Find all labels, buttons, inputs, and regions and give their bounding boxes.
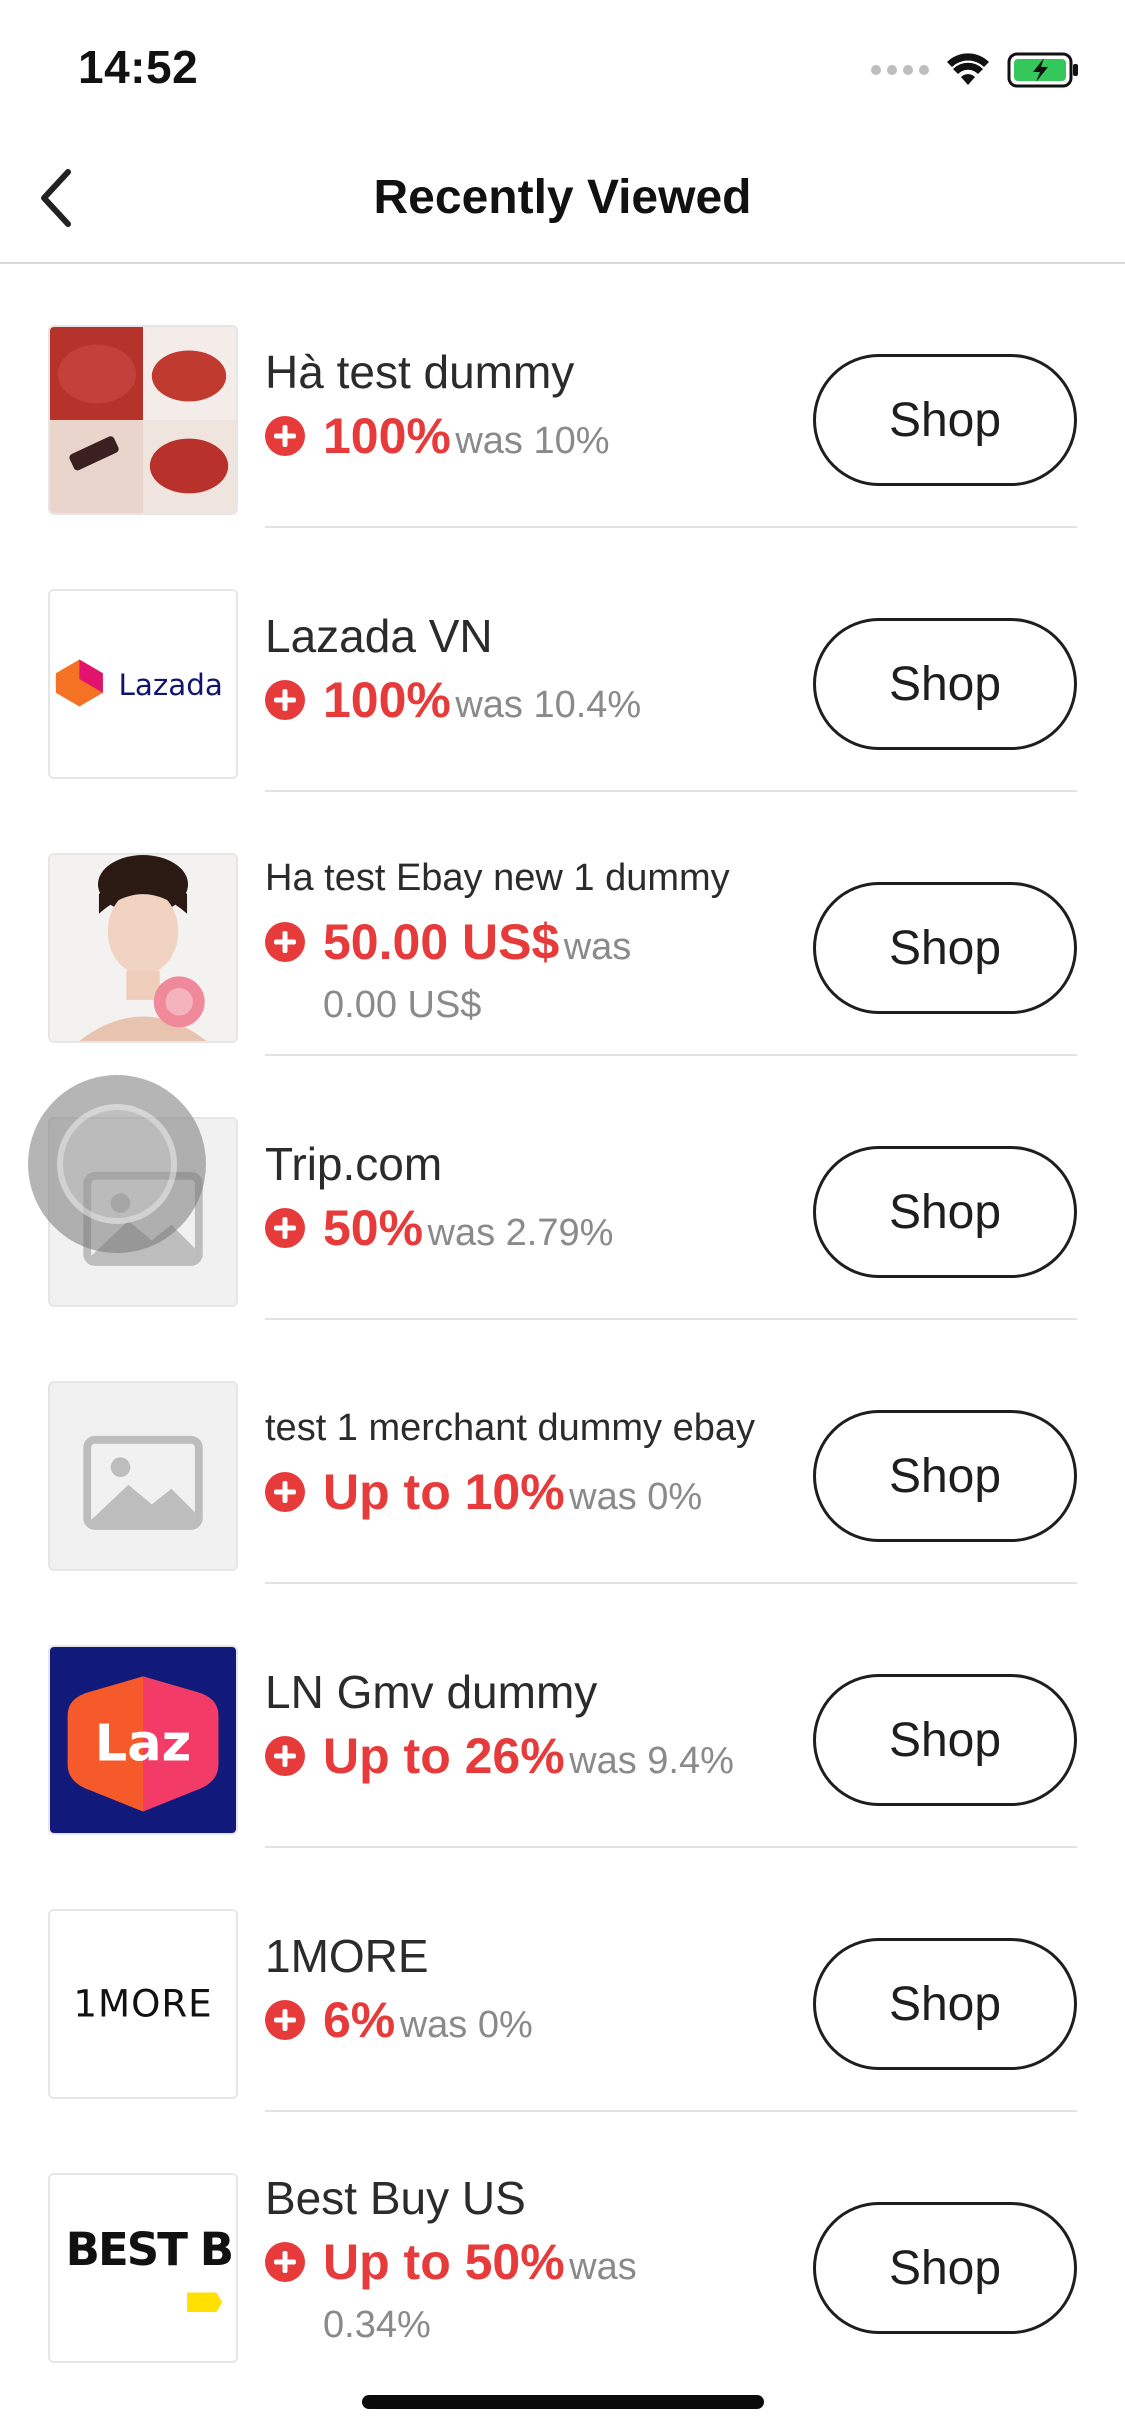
merchant-name: test 1 merchant dummy ebay	[265, 1406, 755, 1449]
assistive-touch-icon	[57, 1104, 177, 1224]
shop-button[interactable]: Shop	[813, 1674, 1077, 1806]
merchant-name: LN Gmv dummy	[265, 1665, 598, 1718]
cashback-line: 50.00 US$ was	[265, 914, 805, 983]
shop-button[interactable]: Shop	[813, 618, 1077, 750]
portrait-photo-image	[50, 855, 236, 1041]
cashback-rate: 6%	[323, 1991, 396, 2048]
previous-rate: was 10%	[455, 419, 610, 462]
merchant-thumbnail: Lazada	[48, 589, 238, 779]
merchant-info: Ha test Ebay new 1 dummy 50.00 US$ was 0…	[265, 792, 805, 1056]
plus-circle-icon	[265, 1207, 305, 1248]
lipstick-photo-image	[50, 327, 236, 513]
plus-circle-icon	[265, 415, 305, 456]
assistive-touch-button[interactable]	[28, 1075, 206, 1253]
list-item[interactable]: test 1 merchant dummy ebay Up to 10% was…	[0, 1320, 1125, 1584]
previous-rate: 0.34%	[323, 2303, 431, 2346]
cashback-line: Up to 10% was 0%	[265, 1464, 805, 1533]
cashback-line: 50% was 2.79%	[265, 1200, 805, 1269]
shop-button[interactable]: Shop	[813, 2202, 1077, 2334]
merchant-name: Lazada VN	[265, 609, 493, 662]
lazada-logo: Lazada	[50, 591, 236, 777]
home-indicator[interactable]	[362, 2395, 764, 2409]
plus-circle-icon	[265, 921, 305, 962]
cashback-line: 6% was 0%	[265, 1992, 805, 2061]
cashback-line: 100% was 10.4%	[265, 672, 805, 741]
previous-rate: was 2.79%	[427, 1211, 614, 1254]
previous-rate-label: was	[563, 925, 632, 968]
wifi-icon	[947, 53, 989, 85]
svg-text:1MORE: 1MORE	[73, 1982, 212, 2026]
cashback-rate: 100%	[323, 671, 451, 728]
previous-rate: was 0%	[399, 2003, 533, 2046]
merchant-thumbnail: Laz	[48, 1645, 238, 1835]
list-item[interactable]: Laz LN Gmv dummy Up to 26% was 9.4% Shop	[0, 1584, 1125, 1848]
status-time: 14:52	[78, 41, 199, 93]
cashback-rate: 100%	[323, 407, 451, 464]
merchant-name: Trip.com	[265, 1137, 443, 1190]
laz-logo: Laz	[50, 1647, 236, 1833]
list-item[interactable]: Ha test Ebay new 1 dummy 50.00 US$ was 0…	[0, 792, 1125, 1056]
previous-rate: was 10.4%	[455, 683, 642, 726]
plus-circle-icon	[265, 1471, 305, 1512]
merchant-info: test 1 merchant dummy ebay Up to 10% was…	[265, 1320, 805, 1584]
1more-logo: 1MORE	[50, 1911, 236, 2097]
merchant-info: Lazada VN 100% was 10.4%	[265, 528, 805, 792]
previous-rate: was 0%	[569, 1475, 703, 1518]
list-item[interactable]: BEST BUY Best Buy US Up to 50% was 0.34%…	[0, 2112, 1125, 2376]
svg-text:Lazada: Lazada	[119, 668, 223, 702]
previous-rate: was 9.4%	[569, 1739, 734, 1782]
cashback-line: Up to 50% was	[265, 2234, 805, 2303]
merchant-thumbnail	[48, 853, 238, 1043]
nav-header: Recently Viewed	[0, 132, 1125, 264]
status-icons	[871, 48, 1081, 92]
plus-circle-icon	[265, 2241, 305, 2282]
list-item[interactable]: Hà test dummy 100% was 10% Shop	[0, 264, 1125, 528]
previous-rate-label: was	[569, 2245, 637, 2288]
plus-circle-icon	[265, 1735, 305, 1776]
merchant-name: 1MORE	[265, 1929, 429, 1982]
cashback-rate: Up to 10%	[323, 1463, 565, 1520]
merchant-info: 1MORE 6% was 0%	[265, 1848, 805, 2112]
previous-rate: 0.00 US$	[323, 983, 482, 1026]
merchant-info: LN Gmv dummy Up to 26% was 9.4%	[265, 1584, 805, 1848]
svg-text:Laz: Laz	[95, 1715, 191, 1774]
merchant-thumbnail: 1MORE	[48, 1909, 238, 2099]
page-title: Recently Viewed	[373, 171, 752, 224]
cellular-signal-icon	[871, 65, 929, 75]
merchant-info: Hà test dummy 100% was 10%	[265, 264, 805, 528]
shop-button[interactable]: Shop	[813, 354, 1077, 486]
image-placeholder-icon	[50, 1383, 236, 1569]
list-item[interactable]: 1MORE 1MORE 6% was 0% Shop	[0, 1848, 1125, 2112]
cashback-rate: Up to 26%	[323, 1727, 565, 1784]
shop-button[interactable]: Shop	[813, 1410, 1077, 1542]
battery-charging-icon	[1007, 52, 1078, 88]
merchant-info: Trip.com 50% was 2.79%	[265, 1056, 805, 1320]
plus-circle-icon	[265, 1999, 305, 2040]
recently-viewed-list: Hà test dummy 100% was 10% Shop Lazada L…	[0, 264, 1125, 2376]
merchant-name: Hà test dummy	[265, 345, 575, 398]
cashback-line: 100% was 10%	[265, 408, 805, 477]
shop-button[interactable]: Shop	[813, 882, 1077, 1014]
status-bar: 14:52	[0, 0, 1125, 132]
cashback-rate: Up to 50%	[323, 2233, 565, 2290]
cashback-rate: 50.00 US$	[323, 913, 560, 970]
merchant-name: Best Buy US	[265, 2171, 526, 2224]
plus-circle-icon	[265, 679, 305, 720]
bestbuy-logo: BEST BUY	[50, 2175, 236, 2361]
merchant-thumbnail: BEST BUY	[48, 2173, 238, 2363]
shop-button[interactable]: Shop	[813, 1146, 1077, 1278]
shop-button[interactable]: Shop	[813, 1938, 1077, 2070]
svg-text:BEST BUY: BEST BUY	[66, 2223, 236, 2276]
merchant-thumbnail	[48, 1381, 238, 1571]
merchant-thumbnail	[48, 325, 238, 515]
list-item[interactable]: Lazada Lazada VN 100% was 10.4% Shop	[0, 528, 1125, 792]
merchant-info: Best Buy US Up to 50% was 0.34%	[265, 2112, 805, 2376]
cashback-rate: 50%	[323, 1199, 424, 1256]
merchant-name: Ha test Ebay new 1 dummy	[265, 856, 730, 899]
cashback-line: Up to 26% was 9.4%	[265, 1728, 805, 1797]
